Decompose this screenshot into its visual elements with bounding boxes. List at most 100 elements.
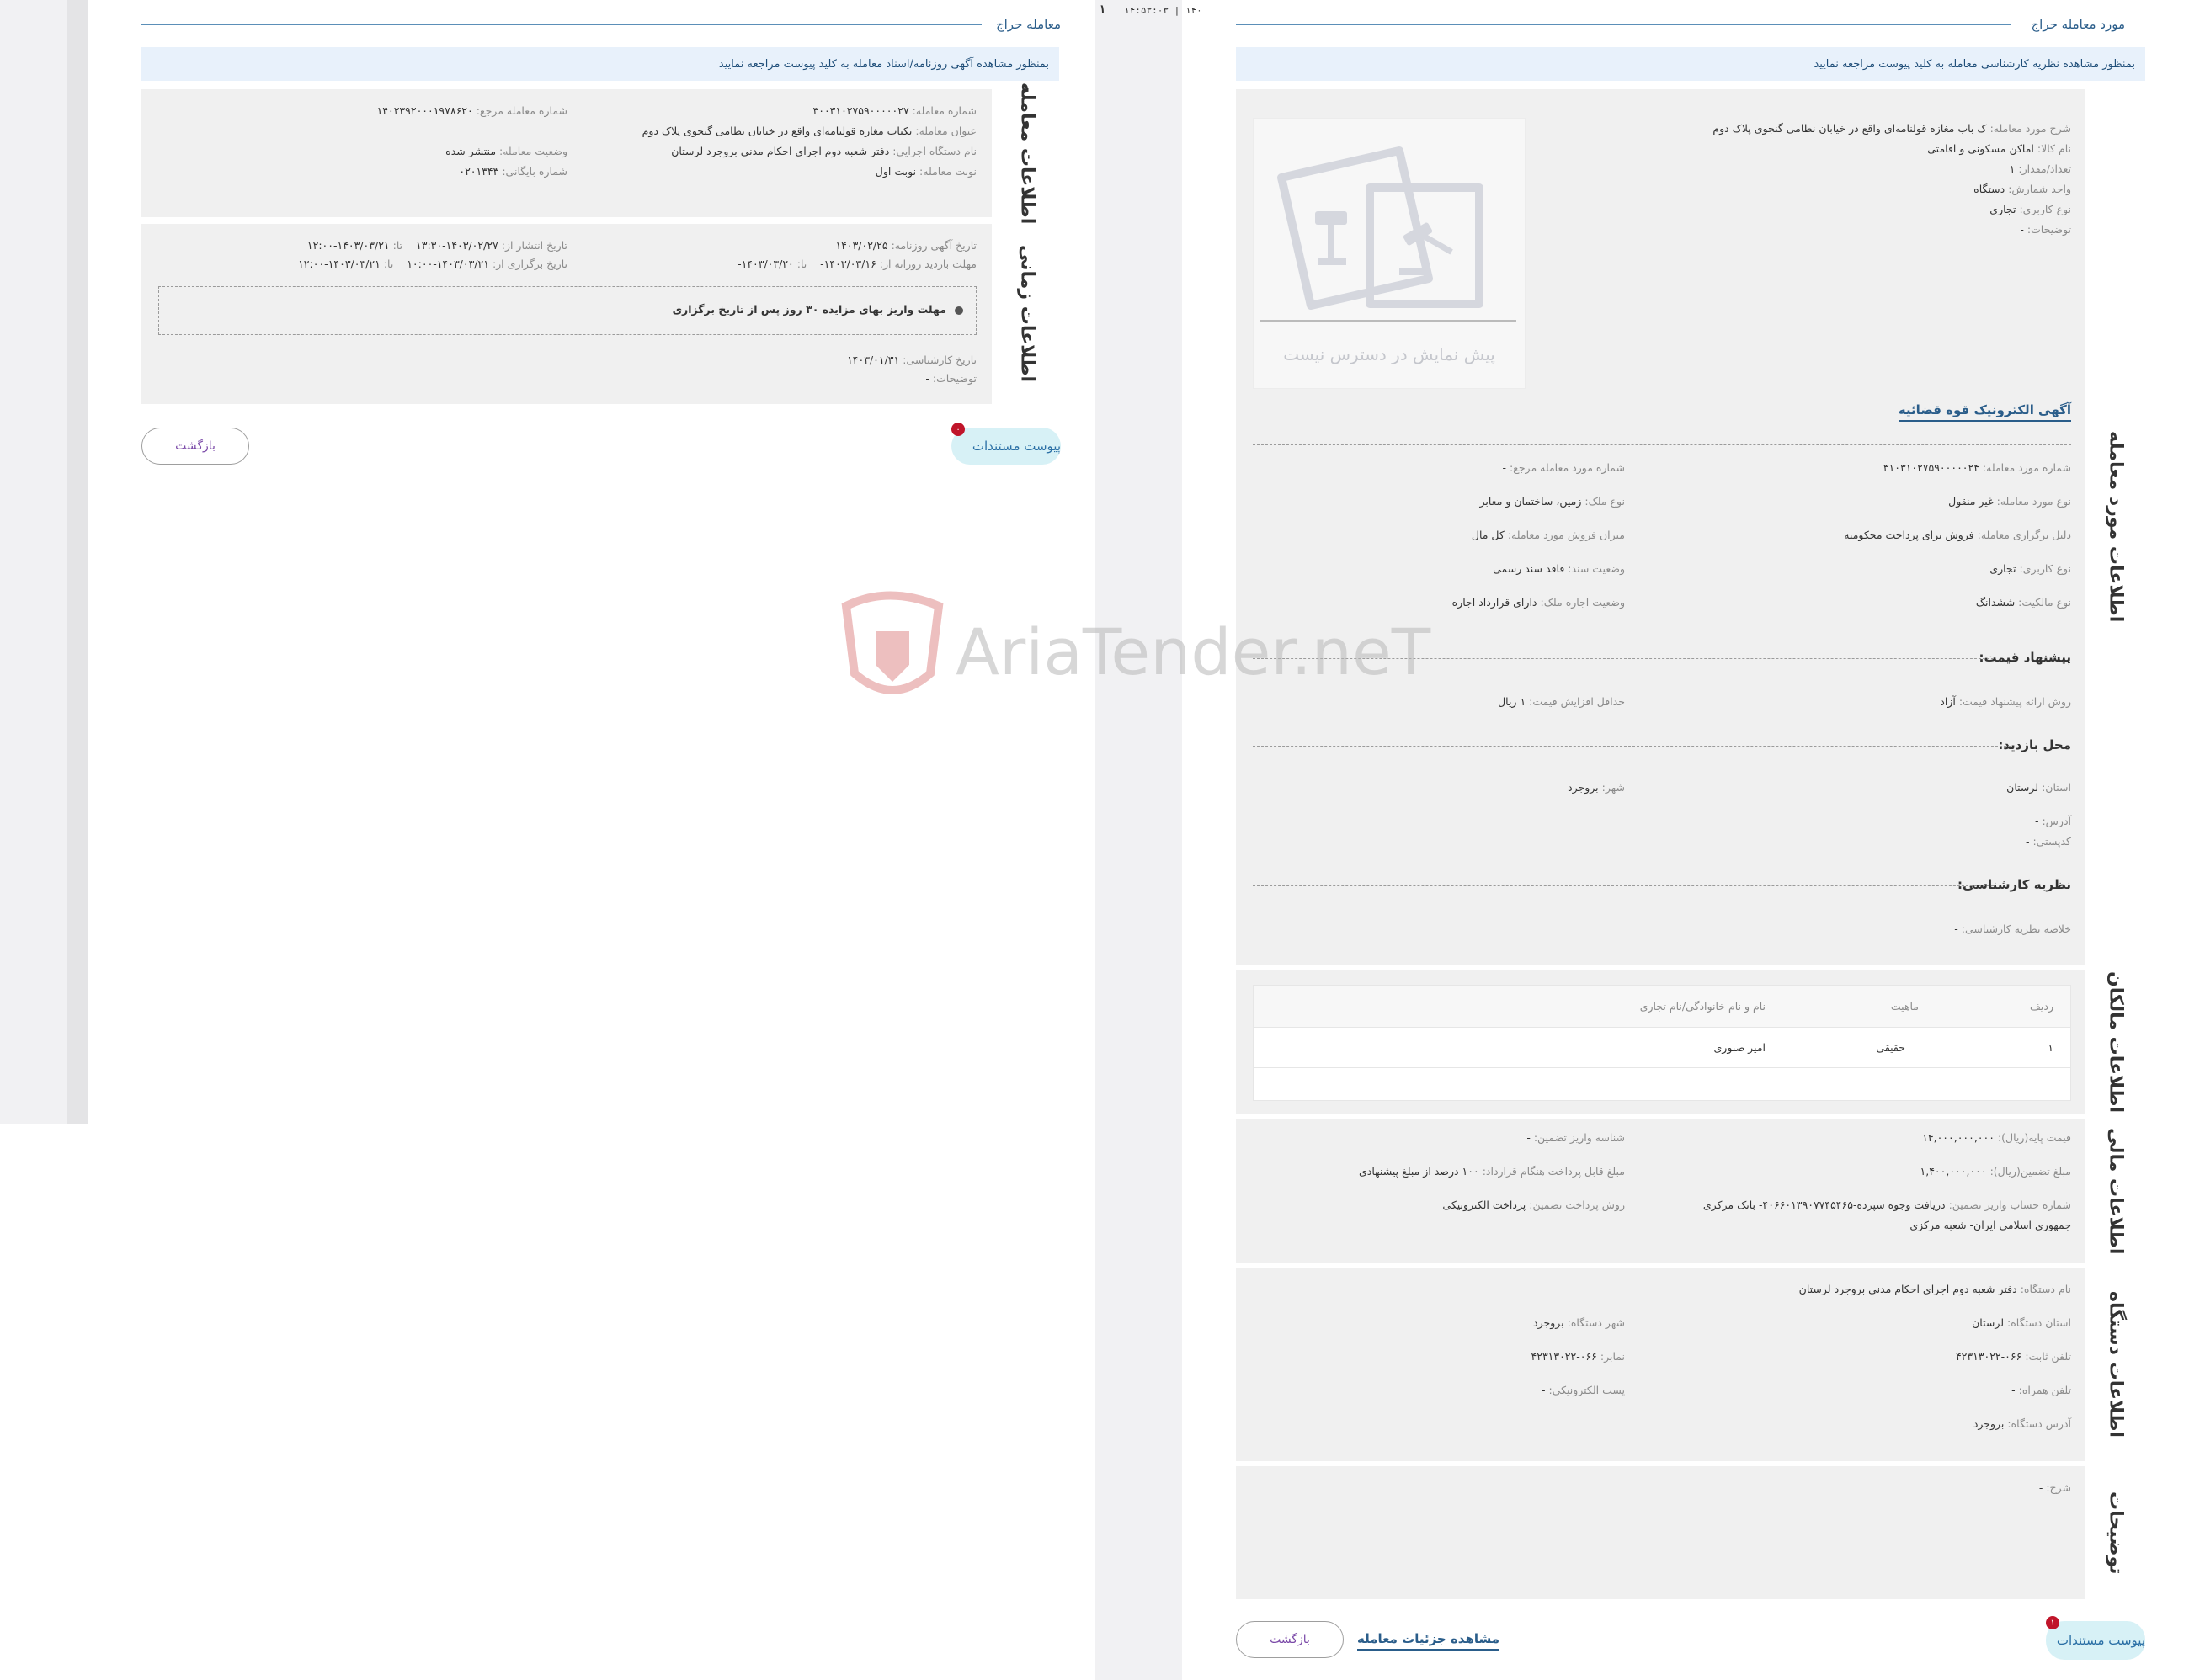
time-info-tab: اطلاعات زمانی bbox=[993, 224, 1061, 404]
notes-panel bbox=[1236, 1466, 2085, 1599]
payable-amount: مبلغ قابل پرداخت هنگام قرارداد: ۱۰۰ درصد… bbox=[1359, 1165, 1625, 1178]
left-attach-badge: ۰ bbox=[951, 423, 965, 436]
left-notice-bar: بمنظور مشاهده آگهی روزنامه/اسناد معامله … bbox=[141, 47, 1059, 81]
item-qty: تعداد/مقدار: ۱ bbox=[2009, 162, 2071, 175]
owner-row-kind: حقیقی bbox=[1876, 1041, 1905, 1054]
left-attach-button[interactable]: پیوست مستندات bbox=[951, 428, 1061, 465]
divider bbox=[1253, 746, 2011, 747]
expert-date: تاریخ کارشناسی: ۱۴۰۳/۰۱/۳۱ bbox=[847, 354, 977, 366]
divider bbox=[1253, 885, 1994, 886]
item-type: نوع مورد معامله: غیر منقول bbox=[1948, 495, 2071, 508]
item-use: نوع کاربری: تجاری bbox=[1989, 203, 2071, 215]
org-name: نام دستگاه: دفتر شعبه دوم اجرای احکام مد… bbox=[1798, 1283, 2071, 1295]
visit-range: مهلت بازدید روزانه از: ۱۴۰۳/۰۳/۱۶- تا: ۱… bbox=[738, 258, 977, 270]
doc-status: وضعیت سند: فاقد سند رسمی bbox=[1493, 562, 1625, 575]
item-note: توضیحات: - bbox=[2020, 223, 2071, 236]
clock-edge: ۱ bbox=[1099, 3, 1106, 17]
org-email: پست الکترونیکی: - bbox=[1541, 1384, 1625, 1396]
owners-table: ردیف ماهیت نام و نام خانوادگی/نام تجاری … bbox=[1253, 985, 2071, 1101]
org-phone: تلفن ثابت: ۰۶۶-۴۲۳۱۳۰۲۲ bbox=[1955, 1350, 2071, 1363]
ref-item-number: شماره مورد معامله مرجع: - bbox=[1502, 461, 1625, 474]
left-back-button[interactable]: بازگشت bbox=[141, 428, 249, 465]
deal-number: شماره معامله: ۳۰۰۳۱۰۲۷۵۹۰۰۰۰۰۲۷ bbox=[812, 104, 977, 117]
notes-desc: شرح: - bbox=[2038, 1481, 2071, 1494]
court-ad-link[interactable]: آگهی الکترونیک قوه قضائیه bbox=[1898, 402, 2071, 422]
view-deal-details-link[interactable]: مشاهده جزئیات معامله bbox=[1357, 1631, 1500, 1651]
base-price: قیمت پایه(ریال): ۱۴,۰۰۰,۰۰۰,۰۰۰ bbox=[1922, 1131, 2071, 1144]
right-back-button[interactable]: بازگشت bbox=[1236, 1621, 1344, 1658]
item-unit: واحد شمارش: دستگاه bbox=[1973, 183, 2071, 195]
left-header-title: معامله حراج bbox=[995, 17, 1061, 32]
table-row bbox=[1254, 1028, 2070, 1068]
bullet-icon bbox=[955, 306, 963, 315]
sale-reason: دلیل برگزاری معامله: فروش برای پرداخت مح… bbox=[1844, 529, 2071, 541]
property-type: نوع ملک: زمین، ساختمان و معابر bbox=[1479, 495, 1625, 508]
col-kind: ماهیت bbox=[1890, 1000, 1919, 1013]
center-divider bbox=[1094, 0, 1182, 1680]
use-type: نوع کاربری: تجاری bbox=[1989, 562, 2071, 575]
org-province: استان دستگاه: لرستان bbox=[1972, 1316, 2071, 1329]
owners-tab: اطلاعات مالکان bbox=[2086, 970, 2145, 1114]
item-desc: شرح مورد معامله: ک باب مغازه قولنامه‌ای … bbox=[1712, 122, 2071, 135]
owner-row-index: ۱ bbox=[2048, 1041, 2053, 1054]
held-range: تاریخ برگزاری از: ۱۴۰۳/۰۳/۲۱-۱۰:۰۰ تا: ۱… bbox=[298, 258, 567, 270]
expert-summary: خلاصه نظریه کارشناسی: - bbox=[1954, 922, 2071, 935]
guarantee-account-2: جمهوری اسلامی ایران- شعبه مرکزی bbox=[1909, 1219, 2071, 1231]
guarantee-account: شماره حساب واریز تضمین: دریافت وجوه سپرد… bbox=[1702, 1199, 2071, 1211]
deal-turn: نوبت معامله: نوبت اول bbox=[875, 165, 977, 178]
publish-range: تاریخ انتشار از: ۱۴۰۳/۰۲/۲۷-۱۳:۳۰ تا: ۱۴… bbox=[306, 239, 567, 252]
right-header-title: مورد معامله حراج bbox=[2031, 17, 2125, 32]
goods-name: نام کالا: اماکن مسکونی و اقامتی bbox=[1927, 142, 2071, 155]
notes-tab: توضیحات bbox=[2086, 1466, 2145, 1599]
right-attach-button[interactable]: پیوست مستندات bbox=[2046, 1621, 2145, 1660]
archive-number: شماره بایگانی: ۰۲۰۱۳۴۳ bbox=[459, 165, 567, 178]
expert-heading: نظریه کارشناسی: bbox=[1957, 877, 2071, 892]
visit-address: آدرس: - bbox=[2034, 815, 2071, 827]
right-header-line bbox=[1236, 24, 2011, 25]
visit-heading: محل بازدید: bbox=[1998, 737, 2071, 752]
right-attach-badge: ۱ bbox=[2046, 1616, 2059, 1629]
col-row: ردیف bbox=[2029, 1000, 2053, 1013]
watermark-text: AriaTender.neT bbox=[956, 614, 1431, 689]
col-name: نام و نام خانوادگی/نام تجاری bbox=[1639, 1000, 1766, 1013]
org-panel bbox=[1236, 1268, 2085, 1461]
ref-number: شماره معامله مرجع: ۱۴۰۲۳۹۲۰۰۰۱۹۷۸۶۲۰ bbox=[376, 104, 567, 117]
price-method: روش ارائه پیشنهاد قیمت: آزاد bbox=[1940, 695, 2071, 708]
min-increase: حداقل افزایش قیمت: ۱ ریال bbox=[1498, 695, 1625, 708]
executor: نام دستگاه اجرایی: دفتر شعبه دوم اجرای ا… bbox=[671, 145, 977, 157]
guarantee-amount: مبلغ تضمین(ریال): ۱,۴۰۰,۰۰۰,۰۰۰ bbox=[1920, 1165, 2071, 1178]
preview-unavailable-text: پیش نمایش در دسترس نیست bbox=[1283, 344, 1495, 364]
sale-amount: میزان فروش مورد معامله: کل مال bbox=[1471, 529, 1625, 541]
watermark-logo: AriaTender.neT bbox=[838, 581, 1430, 715]
time-desc: توضیحات: - bbox=[925, 372, 977, 385]
guarantee-pay-method: روش پرداخت تضمین: پرداخت الکترونیکی bbox=[1442, 1199, 1625, 1211]
divider bbox=[1253, 444, 2071, 445]
left-header-line bbox=[141, 24, 982, 25]
visit-city: شهر: بروجرد bbox=[1568, 781, 1625, 794]
org-mobile: تلفن همراه: - bbox=[2011, 1384, 2071, 1396]
price-heading: پیشنهاد قیمت: bbox=[1979, 650, 2071, 665]
deal-title: عنوان معامله: یکباب مغازه قولنامه‌ای واق… bbox=[642, 125, 977, 137]
right-notice-bar: بمنظور مشاهده نظریه کارشناسی معامله به ک… bbox=[1236, 47, 2145, 81]
visit-postal: کدپستی: - bbox=[2025, 835, 2071, 848]
item-info-tab: اطلاعات مورد معامله bbox=[2086, 89, 2145, 965]
org-city: شهر دستگاه: بروجرد bbox=[1533, 1316, 1625, 1329]
left-page-margin-inner bbox=[67, 0, 88, 1124]
deal-status: وضعیت معامله: منتشر شده bbox=[445, 145, 567, 157]
guarantee-id: شناسه واریز تضمین: - bbox=[1526, 1131, 1625, 1144]
org-address: آدرس دستگاه: بروجرد bbox=[1973, 1417, 2071, 1430]
newspaper-date: تاریخ آگهی روزنامه: ۱۴۰۳/۰۲/۲۵ bbox=[835, 239, 977, 252]
deal-info-tab: اطلاعات معامله bbox=[993, 82, 1061, 224]
finance-tab: اطلاعات مالی bbox=[2086, 1119, 2145, 1263]
ownership-type: نوع مالکیت: ششدانگ bbox=[1975, 596, 2071, 609]
org-fax: نمابر: ۰۶۶-۴۲۳۱۳۰۲۲ bbox=[1531, 1350, 1625, 1363]
visit-province: استان: لرستان bbox=[2006, 781, 2071, 794]
gavel-placeholder-icon bbox=[1260, 146, 1516, 322]
deadline-note: مهلت واریز بهای مزایده ۳۰ روز پس از تاری… bbox=[673, 303, 963, 316]
org-tab: اطلاعات دستگاه bbox=[2086, 1268, 2145, 1461]
lease-status: وضعیت اجاره ملک: دارای قرارداد اجاره bbox=[1451, 596, 1625, 609]
preview-image: پیش نمایش در دسترس نیست bbox=[1253, 118, 1526, 389]
item-number: شماره مورد معامله: ۳۱۰۳۱۰۲۷۵۹۰۰۰۰۰۲۴ bbox=[1883, 461, 2071, 474]
clock-time: ۱۴:۵۳:۰۳ | ۱۴۰ bbox=[1124, 5, 1202, 16]
owner-row-name: امیر صبوری bbox=[1713, 1041, 1766, 1054]
